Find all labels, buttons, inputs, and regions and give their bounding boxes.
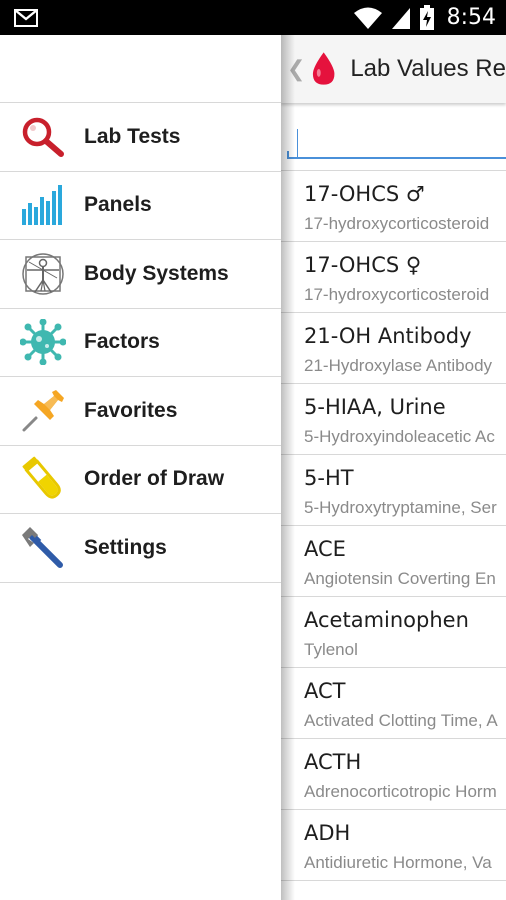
test-name: ACT: [304, 679, 346, 703]
test-name: ACE: [304, 537, 346, 561]
test-name: 21-OH Antibody: [304, 324, 472, 348]
signal-icon: [391, 7, 410, 29]
test-description: 21-Hydroxylase Antibody: [304, 356, 493, 375]
status-icons: 8:54: [353, 0, 496, 35]
drawer-item-label: Body Systems: [84, 261, 229, 285]
drawer-item-lab-tests[interactable]: Lab Tests: [0, 103, 281, 172]
drawer-item-factors[interactable]: Factors: [0, 309, 281, 377]
test-name: 17-OHCS ♂: [304, 182, 425, 206]
list-item[interactable]: 17-OHCS ♀ 17-hydroxycorticosteroid: [281, 242, 506, 313]
drawer-item-label: Settings: [84, 535, 167, 559]
vitruvian-man-icon: [20, 251, 66, 297]
list-item[interactable]: ACT Activated Clotting Time, A: [281, 668, 506, 739]
list-item[interactable]: 5-HIAA, Urine 5-Hydroxyindoleacetic Ac: [281, 384, 506, 455]
test-description: Angiotensin Coverting En: [304, 569, 496, 588]
status-bar: 8:54: [0, 0, 506, 35]
wrench-icon: [20, 525, 66, 571]
blood-drop-icon[interactable]: [309, 51, 338, 87]
list-item[interactable]: ADH Antidiuretic Hormone, Va: [281, 810, 506, 881]
test-description: Activated Clotting Time, A: [304, 711, 498, 730]
bar-chart-icon: [20, 182, 66, 228]
test-description: Adrenocorticotropic Horm: [304, 782, 497, 801]
test-description: 17-hydroxycorticosteroid: [304, 285, 490, 304]
drawer-item-settings[interactable]: Settings: [0, 514, 281, 583]
list-item[interactable]: 17-OHCS ♂ 17-hydroxycorticosteroid: [281, 171, 506, 242]
clock: 8:54: [446, 5, 496, 30]
navigation-drawer: Lab Tests Panels Body Systems Factors Fa…: [0, 35, 281, 900]
test-description: 5-Hydroxyindoleacetic Ac: [304, 427, 495, 446]
drawer-item-favorites[interactable]: Favorites: [0, 377, 281, 446]
search-field-underline: [287, 123, 506, 159]
test-description: Tylenol: [304, 640, 358, 659]
action-bar: ❮ Lab Values Re: [281, 35, 506, 103]
chevron-left-icon[interactable]: ❮: [287, 56, 305, 82]
list-item[interactable]: ACE Angiotensin Coverting En: [281, 526, 506, 597]
virus-icon: [20, 319, 66, 366]
test-name: Acetaminophen: [304, 608, 469, 632]
test-name: 5-HIAA, Urine: [304, 395, 446, 419]
magnifier-icon: [20, 114, 66, 160]
list-item[interactable]: 21-OH Antibody 21-Hydroxylase Antibody: [281, 313, 506, 384]
wifi-icon: [353, 7, 382, 29]
list-item[interactable]: Acetaminophen Tylenol: [281, 597, 506, 668]
test-name: ACTH: [304, 750, 362, 774]
drawer-item-label: Order of Draw: [84, 467, 225, 491]
test-description: 17-hydroxycorticosteroid: [304, 214, 490, 233]
search-bar: [281, 103, 506, 171]
drawer-item-order-of-draw[interactable]: Order of Draw: [0, 446, 281, 514]
battery-charging-icon: [419, 4, 434, 30]
drawer-item-label: Lab Tests: [84, 124, 181, 148]
drawer-item-label: Factors: [84, 330, 160, 354]
drawer-item-panels[interactable]: Panels: [0, 172, 281, 240]
search-input[interactable]: [301, 123, 501, 157]
app-title: Lab Values Re: [350, 55, 506, 82]
gmail-notification-icon: [14, 9, 38, 27]
drawer-item-label: Favorites: [84, 398, 178, 422]
drawer-header: [0, 35, 281, 103]
list-item[interactable]: ACTH Adrenocorticotropic Horm: [281, 739, 506, 810]
main-panel: ❮ Lab Values Re 17-OHCS ♂ 17-hydroxycort…: [281, 35, 506, 900]
test-name: 5-HT: [304, 466, 354, 490]
lab-test-list: 17-OHCS ♂ 17-hydroxycorticosteroid 17-OH…: [281, 171, 506, 881]
test-name: 17-OHCS ♀: [304, 253, 422, 277]
list-item[interactable]: 5-HT 5-Hydroxytryptamine, Ser: [281, 455, 506, 526]
test-description: 5-Hydroxytryptamine, Ser: [304, 498, 497, 517]
drawer-item-body-systems[interactable]: Body Systems: [0, 240, 281, 309]
test-tube-icon: [20, 456, 66, 502]
test-description: Antidiuretic Hormone, Va: [304, 853, 492, 872]
pushpin-icon: [20, 388, 66, 434]
test-name: ADH: [304, 821, 351, 845]
drawer-item-label: Panels: [84, 193, 152, 217]
